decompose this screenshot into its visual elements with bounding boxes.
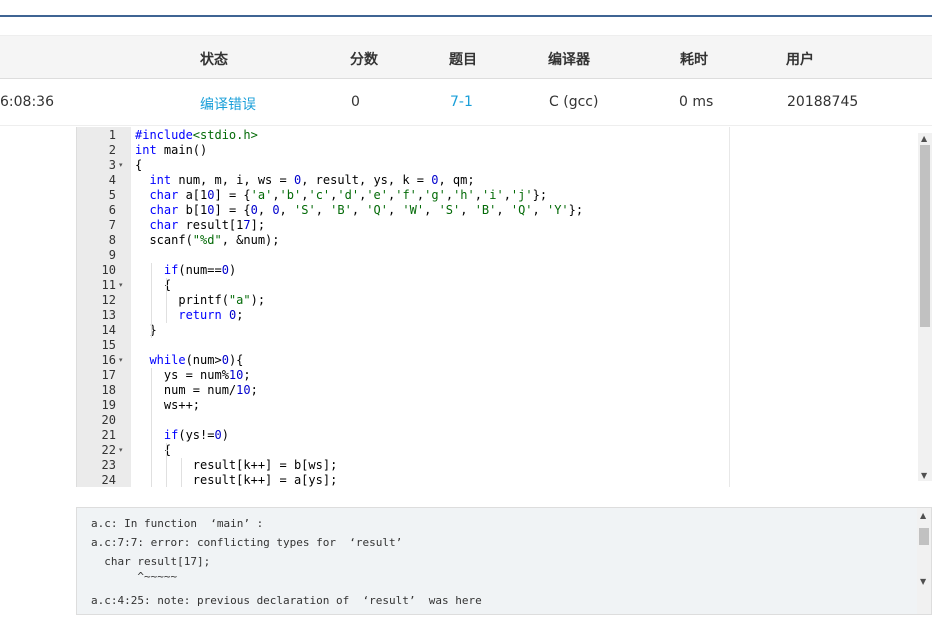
code-line: { (135, 158, 143, 172)
indent-guide (151, 368, 152, 487)
output-line: ^~~~~~ (91, 570, 178, 583)
code-line: scanf("%d", &num); (135, 233, 280, 247)
line-number: 17 (101, 368, 116, 382)
code-line: } (135, 323, 157, 337)
score-value: 0 (351, 94, 360, 110)
submit-time: 6:08:36 (0, 94, 54, 110)
line-number: 22 (101, 443, 116, 457)
code-line: #include<stdio.h> (135, 128, 258, 142)
line-number: 19 (101, 398, 116, 412)
code-line: char a[10] = {'a','b','c','d','e','f','g… (149, 188, 548, 202)
header-time: 耗时 (680, 52, 708, 68)
header-problem: 题目 (449, 52, 477, 68)
line-number: 13 (101, 308, 116, 322)
top-navbar (0, 0, 932, 17)
editor-vertical-scrollbar[interactable]: ▲ ▼ (918, 133, 932, 481)
scroll-up-icon[interactable]: ▲ (921, 134, 927, 143)
header-status: 状态 (200, 52, 228, 68)
code-line: int num, m, i, ws = 0, result, ys, k = 0… (149, 173, 475, 187)
header-user: 用户 (786, 52, 814, 68)
line-number: 9 (108, 248, 116, 262)
header-score: 分数 (350, 52, 378, 68)
output-line: a.c:4:25: note: previous declaration of … (91, 594, 482, 607)
line-number: 4 (108, 173, 116, 187)
code-line: char b[10] = {0, 0, 'S', 'B', 'Q', 'W', … (149, 203, 584, 217)
output-line: a.c: In function ‘main’ : (91, 517, 264, 530)
line-number: 6 (108, 203, 116, 217)
line-number: 21 (101, 428, 116, 442)
fold-toggle-icon[interactable]: ▾ (119, 443, 123, 458)
status-link[interactable]: 编译错误 (200, 94, 256, 114)
line-number: 12 (101, 293, 116, 307)
problem-link[interactable]: 7-1 (450, 94, 473, 110)
code-line: if(ys!=0) (163, 428, 229, 442)
output-vertical-scrollbar[interactable]: ▲ ▼ (917, 508, 931, 602)
line-number: 3 (108, 158, 116, 172)
output-scroll-corner (917, 600, 931, 614)
code-line: num = num/10; (135, 383, 258, 397)
fold-toggle-icon[interactable]: ▾ (119, 278, 123, 293)
line-number: 7 (108, 218, 116, 232)
code-line: while(num>0){ (149, 353, 244, 367)
fold-toggle-icon[interactable]: ▾ (119, 158, 123, 173)
editor-scroll-thumb[interactable] (920, 145, 930, 327)
line-number: 24 (101, 473, 116, 487)
line-number: 23 (101, 458, 116, 472)
submission-row: 6:08:36 编译错误 0 7-1 C (gcc) 0 ms 20188745 (0, 79, 932, 126)
compiler-output-panel: a.c: In function ‘main’ : a.c:7:7: error:… (76, 507, 932, 615)
line-number: 5 (108, 188, 116, 202)
indent-guide (166, 278, 167, 323)
output-line: a.c:7:7: error: conflicting types for ‘r… (91, 536, 403, 549)
code-line: ys = num%10; (135, 368, 251, 382)
line-number: 10 (101, 263, 116, 277)
output-line: char result[17]; (91, 555, 211, 568)
code-editor[interactable]: 1 2 3 ▾ 4 5 6 7 8 9 10 11 ▾ 12 13 14 15 16 ▾ 17 18 19 20 21 22 ▾ 2… (76, 127, 932, 487)
output-scroll-thumb[interactable] (919, 528, 929, 545)
line-number: 18 (101, 383, 116, 397)
time-value: 0 ms (679, 94, 714, 110)
output-scroll-down-icon[interactable]: ▼ (920, 577, 926, 586)
scroll-down-icon[interactable]: ▼ (921, 471, 927, 480)
user-value: 20188745 (787, 94, 859, 110)
indent-guide (151, 263, 152, 338)
output-line: int num, m, i, ws = 0, result, ys, k = 0… (91, 613, 402, 614)
line-number: 16 (101, 353, 116, 367)
line-number: 2 (108, 143, 116, 157)
line-number: 1 (108, 128, 116, 142)
line-number: 20 (101, 413, 116, 427)
print-margin (729, 127, 730, 487)
fold-toggle-icon[interactable]: ▾ (119, 353, 123, 368)
code-line: ws++; (135, 398, 201, 412)
compiler-value: C (gcc) (549, 94, 599, 110)
editor-gutter: 1 2 3 ▾ 4 5 6 7 8 9 10 11 ▾ 12 13 14 15 16 ▾ 17 18 19 20 21 22 ▾ 2… (77, 127, 131, 487)
submission-table-header: 状态 分数 题目 编译器 耗时 用户 (0, 35, 932, 79)
output-scroll-up-icon[interactable]: ▲ (920, 511, 926, 520)
code-line: printf("a"); (135, 293, 266, 307)
indent-guide (181, 458, 182, 487)
code-line: int main() (135, 143, 208, 157)
indent-guide (166, 443, 167, 487)
code-line: char result[17]; (149, 218, 266, 232)
line-number: 8 (108, 233, 116, 247)
header-compiler: 编译器 (548, 52, 590, 68)
line-number: 15 (101, 338, 116, 352)
line-number: 14 (101, 323, 116, 337)
line-number: 11 (101, 278, 116, 292)
